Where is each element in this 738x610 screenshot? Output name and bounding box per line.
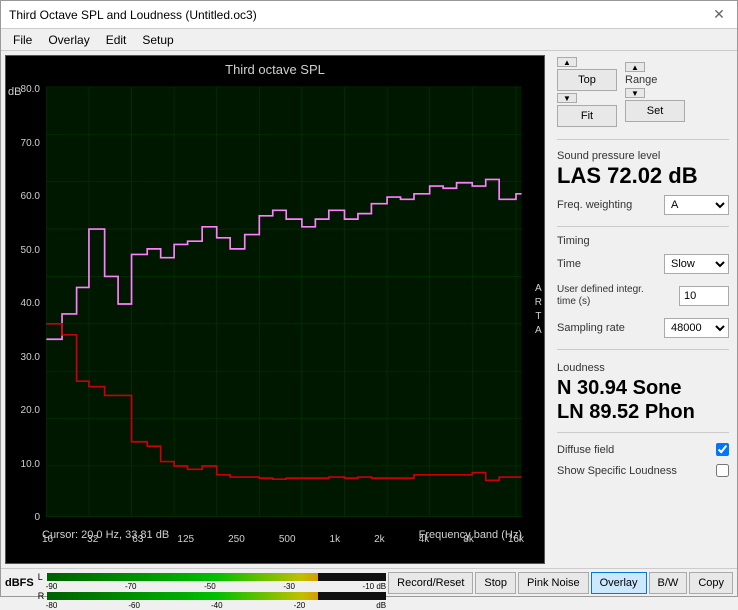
freq-band-label: Frequency band (Hz) xyxy=(419,529,522,541)
separator-4 xyxy=(557,432,729,433)
loudness-n-value: N 30.94 Sone xyxy=(557,376,729,400)
menu-setup[interactable]: Setup xyxy=(134,31,181,48)
time-label: Time xyxy=(557,258,581,270)
main-content: dB Third octave SPL ARTA 80.0 70.0 60.0 … xyxy=(1,51,737,568)
diffuse-field-checkbox[interactable] xyxy=(716,443,729,456)
cursor-info: Cursor: 20.0 Hz, 33.81 dB xyxy=(42,529,169,541)
bottom-buttons: Record/Reset Stop Pink Noise Overlay B/W… xyxy=(388,572,733,594)
right-panel: ▲ Top ▼ Fit ▲ Range ▼ Set Sound pressure… xyxy=(549,51,737,568)
title-bar: Third Octave SPL and Loudness (Untitled.… xyxy=(1,1,737,29)
freq-weighting-select[interactable]: ABCZ xyxy=(664,195,729,215)
dbfs-label: dBFS xyxy=(5,577,34,589)
loudness-section: Loudness N 30.94 Sone LN 89.52 Phon xyxy=(557,362,729,424)
copy-button[interactable]: Copy xyxy=(689,572,733,594)
overlay-button[interactable]: Overlay xyxy=(591,572,647,594)
menu-overlay[interactable]: Overlay xyxy=(40,31,97,48)
diffuse-field-row: Diffuse field xyxy=(557,443,729,456)
timing-label: Timing xyxy=(557,235,729,247)
close-button[interactable]: ✕ xyxy=(709,5,729,25)
r-channel-label: R xyxy=(38,591,46,601)
user-integ-row: User defined integr. time (s) xyxy=(557,284,729,308)
top-ctrl-group: ▲ Top ▼ Fit xyxy=(557,57,617,127)
show-specific-label: Show Specific Loudness xyxy=(557,465,677,477)
sampling-row: Sampling rate 441004800096000 xyxy=(557,318,729,338)
time-row: Time FastSlowImpulseUser def xyxy=(557,254,729,274)
range-up-arrow[interactable]: ▲ xyxy=(625,62,645,72)
separator-2 xyxy=(557,226,729,227)
stop-button[interactable]: Stop xyxy=(475,572,516,594)
chart-area: dB Third octave SPL ARTA 80.0 70.0 60.0 … xyxy=(5,55,545,564)
fit-button[interactable]: Fit xyxy=(557,105,617,127)
pink-noise-button[interactable]: Pink Noise xyxy=(518,572,589,594)
spl-label: Sound pressure level xyxy=(557,150,729,162)
main-window: Third Octave SPL and Loudness (Untitled.… xyxy=(0,0,738,597)
menu-edit[interactable]: Edit xyxy=(98,31,135,48)
sampling-label: Sampling rate xyxy=(557,322,625,334)
l-channel-label: L xyxy=(38,572,46,582)
range-label: Range xyxy=(625,74,685,86)
menu-file[interactable]: File xyxy=(5,31,40,48)
time-select[interactable]: FastSlowImpulseUser def xyxy=(664,254,729,274)
menu-bar: File Overlay Edit Setup xyxy=(1,29,737,51)
top-controls: ▲ Top ▼ Fit ▲ Range ▼ Set xyxy=(557,57,729,127)
loudness-label: Loudness xyxy=(557,362,729,374)
level-meter: L -90 -70 -50 -30 -10 dB R -80 -60 xyxy=(38,573,386,593)
top-down-arrow[interactable]: ▼ xyxy=(557,93,577,103)
diffuse-field-label: Diffuse field xyxy=(557,444,614,456)
freq-weighting-label: Freq. weighting xyxy=(557,199,632,211)
window-title: Third Octave SPL and Loudness (Untitled.… xyxy=(9,8,257,22)
range-ctrl-group: ▲ Range ▼ Set xyxy=(625,62,685,122)
user-integ-input[interactable] xyxy=(679,286,729,306)
separator-3 xyxy=(557,349,729,350)
show-specific-checkbox[interactable] xyxy=(716,464,729,477)
freq-weighting-row: Freq. weighting ABCZ xyxy=(557,195,729,215)
bw-button[interactable]: B/W xyxy=(649,572,688,594)
sampling-select[interactable]: 441004800096000 xyxy=(664,318,729,338)
separator-1 xyxy=(557,139,729,140)
spl-section: Sound pressure level LAS 72.02 dB xyxy=(557,150,729,188)
show-specific-row: Show Specific Loudness xyxy=(557,464,729,477)
spl-value: LAS 72.02 dB xyxy=(557,164,729,188)
range-down-arrow[interactable]: ▼ xyxy=(625,88,645,98)
top-up-arrow[interactable]: ▲ xyxy=(557,57,577,67)
user-integ-label: User defined integr. time (s) xyxy=(557,284,647,308)
record-reset-button[interactable]: Record/Reset xyxy=(388,572,473,594)
set-button[interactable]: Set xyxy=(625,100,685,122)
loudness-ln-value: LN 89.52 Phon xyxy=(557,400,729,424)
top-button[interactable]: Top xyxy=(557,69,617,91)
bottom-bar: dBFS L -90 -70 -50 -30 -10 dB R xyxy=(1,568,737,596)
chart-svg xyxy=(6,56,544,563)
